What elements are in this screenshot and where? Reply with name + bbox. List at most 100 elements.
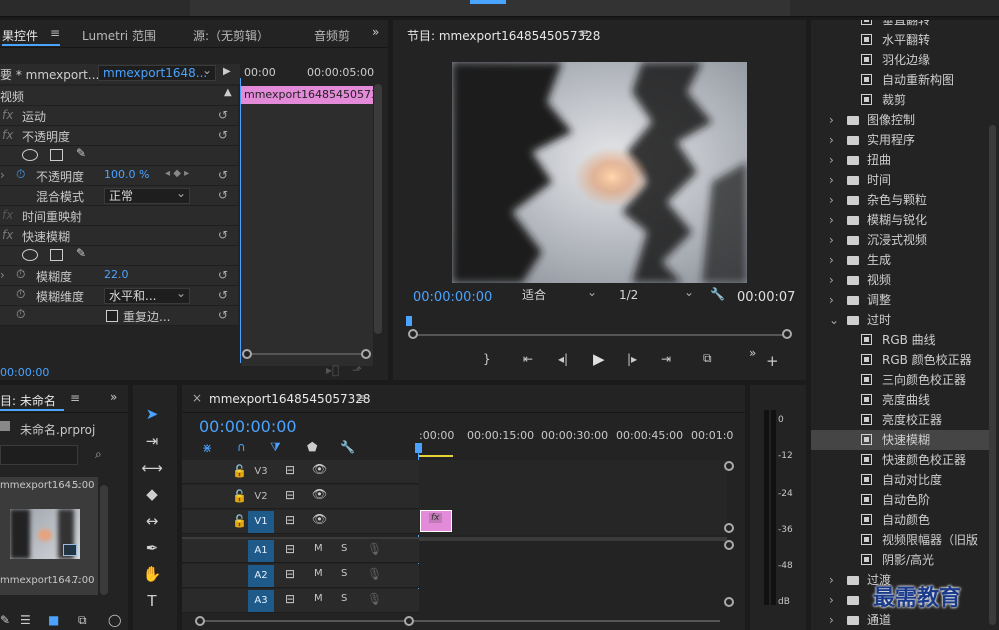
effect-item[interactable]: 水平翻转 <box>811 30 991 50</box>
chevron-right-icon[interactable]: › <box>829 110 834 130</box>
fit-dropdown[interactable]: 适合 <box>518 288 600 304</box>
effect-item[interactable]: 裁剪 <box>811 90 991 110</box>
effects-folder[interactable]: › 杂色与颗粒 <box>811 190 991 210</box>
wrench-icon[interactable]: 🔧 <box>340 440 355 454</box>
mute-button[interactable]: M <box>314 543 323 554</box>
sync-lock-icon[interactable]: ⊟ <box>285 513 295 527</box>
track-target-button[interactable]: A1 <box>248 540 274 562</box>
effect-item[interactable]: 亮度曲线 <box>811 390 991 410</box>
scroll-handle-right[interactable] <box>361 349 371 359</box>
clip-dropdown[interactable]: mmexport1648... <box>98 65 216 81</box>
list-view-icon[interactable]: ☰ <box>20 613 31 627</box>
effect-item[interactable]: 垂直翻转 <box>811 20 991 30</box>
chevron-right-icon[interactable]: › <box>829 250 834 270</box>
hscroll-left-handle[interactable] <box>195 616 205 626</box>
track-target-button[interactable]: V1 <box>248 511 274 533</box>
reset-icon[interactable]: ↺ <box>218 108 228 122</box>
play-clip-icon[interactable]: ▶ <box>223 66 231 77</box>
effect-item[interactable]: 自动对比度 <box>811 470 991 490</box>
effects-folder[interactable]: ⌄ 过时 <box>811 310 991 330</box>
project-title[interactable]: 目: 未命名 <box>0 392 56 409</box>
ripple-edit-tool-icon[interactable]: ⟷ <box>141 457 163 479</box>
project-search-input[interactable] <box>0 445 78 465</box>
keyframe-nav-icon[interactable]: ◂ ◆ ▸ <box>165 168 189 179</box>
more-controls-icon[interactable]: » <box>749 346 756 360</box>
effect-item[interactable]: 自动颜色 <box>811 510 991 530</box>
lock-icon[interactable]: 🔓 <box>232 489 247 503</box>
mic-icon[interactable]: 🎙 <box>367 592 382 606</box>
mute-button[interactable]: M <box>314 568 323 579</box>
hand-tool-icon[interactable]: ✋ <box>141 563 163 585</box>
stopwatch-icon[interactable]: ⏱ <box>16 307 25 322</box>
opacity-property[interactable]: › ⏱ 不透明度 100.0 % ◂ ◆ ▸ ↺ <box>0 166 238 186</box>
blur-dimension-dropdown[interactable]: 水平和... <box>104 288 190 304</box>
chevron-right-icon[interactable]: › <box>829 610 834 630</box>
stopwatch-icon[interactable]: ⏱ <box>16 287 25 302</box>
effects-folder[interactable]: › 通道 <box>811 610 991 630</box>
eye-icon[interactable]: 👁 <box>312 512 327 526</box>
lock-icon[interactable]: 🔓 <box>232 514 247 528</box>
timeline-hscroll[interactable] <box>200 620 720 622</box>
effect-controls-timecode[interactable]: 00:00:00 <box>0 366 49 379</box>
effect-time-remap[interactable]: fx 时间重映射 <box>0 206 238 226</box>
sync-lock-icon[interactable]: ⊟ <box>285 567 295 581</box>
track-target-button[interactable]: V2 <box>248 486 274 508</box>
play-icon[interactable]: ▶ <box>593 350 605 368</box>
mute-button[interactable]: M <box>314 593 323 604</box>
blend-mode-dropdown[interactable]: 正常 <box>104 188 190 204</box>
pencil-icon[interactable]: ✎ <box>0 613 10 627</box>
chevron-right-icon[interactable]: › <box>829 590 834 610</box>
sync-lock-icon[interactable]: ⊟ <box>285 592 295 606</box>
mic-icon[interactable]: 🎙 <box>367 567 382 581</box>
icon-view-icon[interactable]: ■ <box>48 613 59 627</box>
selection-tool-icon[interactable]: ➤ <box>141 403 163 425</box>
freeform-view-icon[interactable]: ⧉ <box>78 613 87 628</box>
pen-mask-icon[interactable]: ✎ <box>76 246 86 260</box>
program-monitor-title[interactable]: 节目: mmexport1648545057328 <box>407 27 600 44</box>
marker-icon[interactable]: ⬟ <box>307 440 317 454</box>
chevron-right-icon[interactable]: › <box>829 230 834 250</box>
find-icon[interactable]: ⌕ <box>95 447 102 462</box>
razor-tool-icon[interactable]: ◆ <box>141 483 163 505</box>
scroll-handle-left[interactable] <box>242 349 252 359</box>
track-zoom-handle[interactable] <box>724 461 734 471</box>
rect-mask-icon[interactable] <box>50 149 63 161</box>
eye-icon[interactable]: 👁 <box>312 487 327 501</box>
chevron-down-icon[interactable]: ⌄ <box>829 310 839 330</box>
mark-out-icon[interactable]: } <box>483 352 491 366</box>
chevron-right-icon[interactable]: › <box>829 570 834 590</box>
effects-folder[interactable]: › 生成 <box>811 250 991 270</box>
snap-icon[interactable]: ∩ <box>237 440 246 454</box>
export-frame-icon[interactable]: ⧉ <box>703 351 712 366</box>
rect-mask-icon[interactable] <box>50 249 63 261</box>
pen-mask-icon[interactable]: ✎ <box>76 146 86 160</box>
eye-icon[interactable]: 👁 <box>312 462 327 476</box>
export-frame-icon[interactable]: ▸⃓ <box>326 363 339 377</box>
blurriness-property[interactable]: › ⏱ 模糊度 22.0 ↺ <box>0 266 238 286</box>
section-video[interactable]: 视频 ▲ <box>0 86 238 106</box>
hscroll-right-handle[interactable] <box>404 616 414 626</box>
track-zoom-handle[interactable] <box>724 540 734 550</box>
reset-icon[interactable]: ↺ <box>218 168 228 182</box>
solo-button[interactable]: S <box>341 568 347 579</box>
zoom-slider-icon[interactable]: ◯ <box>108 613 121 627</box>
tab-menu-icon[interactable]: ≡ <box>70 391 80 405</box>
effect-item[interactable]: 自动色阶 <box>811 490 991 510</box>
sync-lock-icon[interactable]: ⊟ <box>285 488 295 502</box>
sync-lock-icon[interactable]: ⊟ <box>285 463 295 477</box>
monitor-scrubber[interactable] <box>413 334 787 336</box>
sync-lock-icon[interactable]: ⊟ <box>285 542 295 556</box>
blurriness-value[interactable]: 22.0 <box>104 268 129 281</box>
timeline-sequence-tab[interactable]: mmexport1648545057328 <box>209 392 371 406</box>
tab-menu-icon[interactable]: ≡ <box>356 391 366 405</box>
opacity-value[interactable]: 100.0 % <box>104 168 149 181</box>
track-zoom-handle[interactable] <box>724 597 734 607</box>
step-forward-icon[interactable]: |▸ <box>627 352 637 366</box>
reset-icon[interactable]: ↺ <box>218 128 228 142</box>
effects-folder[interactable]: › 图像控制 <box>811 110 991 130</box>
effect-item[interactable]: 自动重新构图 <box>811 70 991 90</box>
effects-folder[interactable]: › 扭曲 <box>811 150 991 170</box>
tab-effect-controls[interactable]: 果控件 <box>2 27 38 44</box>
scrubber-left-handle[interactable] <box>408 329 418 339</box>
mini-clip-bar[interactable]: mmexport1648545057328 <box>241 86 373 104</box>
